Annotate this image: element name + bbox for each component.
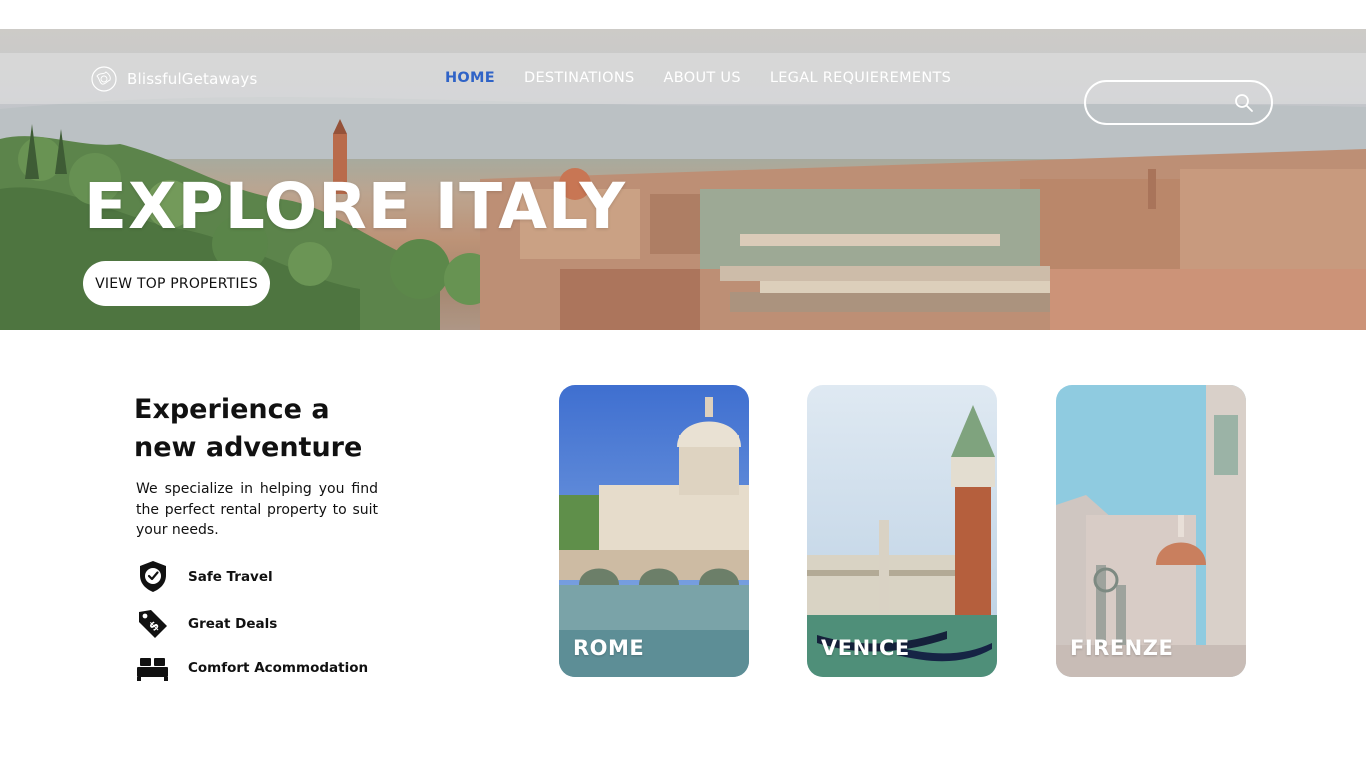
destination-card-venice[interactable]: VENICE <box>807 385 997 677</box>
intro-section: Experience a new adventure We specialize… <box>134 391 384 538</box>
top-navbar: BlissfulGetaways HOME DESTINATIONS ABOUT… <box>0 53 1366 125</box>
nav-item-legal-requirements[interactable]: LEGAL REQUIEREMENTS <box>770 70 951 86</box>
brand-logo[interactable]: BlissfulGetaways <box>91 66 258 92</box>
search-icon[interactable] <box>1234 93 1254 113</box>
rome-photo <box>559 385 749 677</box>
feature-great-deals: $ Great Deals <box>136 607 277 640</box>
hero-banner: BlissfulGetaways HOME DESTINATIONS ABOUT… <box>0 29 1366 330</box>
feature-label: Comfort Acommodation <box>188 659 369 676</box>
feature-label: Safe Travel <box>188 568 273 585</box>
feature-safe-travel: Safe Travel <box>136 560 273 593</box>
feature-comfort-accommodation: Comfort Acommodation <box>136 651 368 684</box>
firenze-photo <box>1056 385 1246 677</box>
price-tag-icon: $ <box>136 607 169 640</box>
bed-icon <box>136 651 169 684</box>
nav-item-home[interactable]: HOME <box>445 70 495 86</box>
search-input[interactable] <box>1102 92 1232 114</box>
destination-label: ROME <box>573 636 645 660</box>
destination-label: VENICE <box>821 636 910 660</box>
globe-logo-icon <box>91 66 117 92</box>
venice-photo <box>807 385 997 677</box>
feature-label: Great Deals <box>188 615 278 632</box>
brand-name: BlissfulGetaways <box>127 70 258 88</box>
search-box <box>1084 80 1273 125</box>
shield-check-icon <box>136 560 169 593</box>
view-top-properties-button[interactable]: VIEW TOP PROPERTIES <box>83 261 270 306</box>
main-nav: HOME DESTINATIONS ABOUT US LEGAL REQUIER… <box>445 70 980 86</box>
intro-heading: Experience a new adventure <box>134 394 363 463</box>
nav-item-about-us[interactable]: ABOUT US <box>664 70 741 86</box>
destination-card-rome[interactable]: ROME <box>559 385 749 677</box>
hero-title: EXPLORE ITALY <box>84 170 626 243</box>
nav-item-destinations[interactable]: DESTINATIONS <box>524 70 635 86</box>
destination-label: FIRENZE <box>1070 636 1174 660</box>
intro-body: We specialize in helping you find the pe… <box>136 481 378 538</box>
destination-card-firenze[interactable]: FIRENZE <box>1056 385 1246 677</box>
